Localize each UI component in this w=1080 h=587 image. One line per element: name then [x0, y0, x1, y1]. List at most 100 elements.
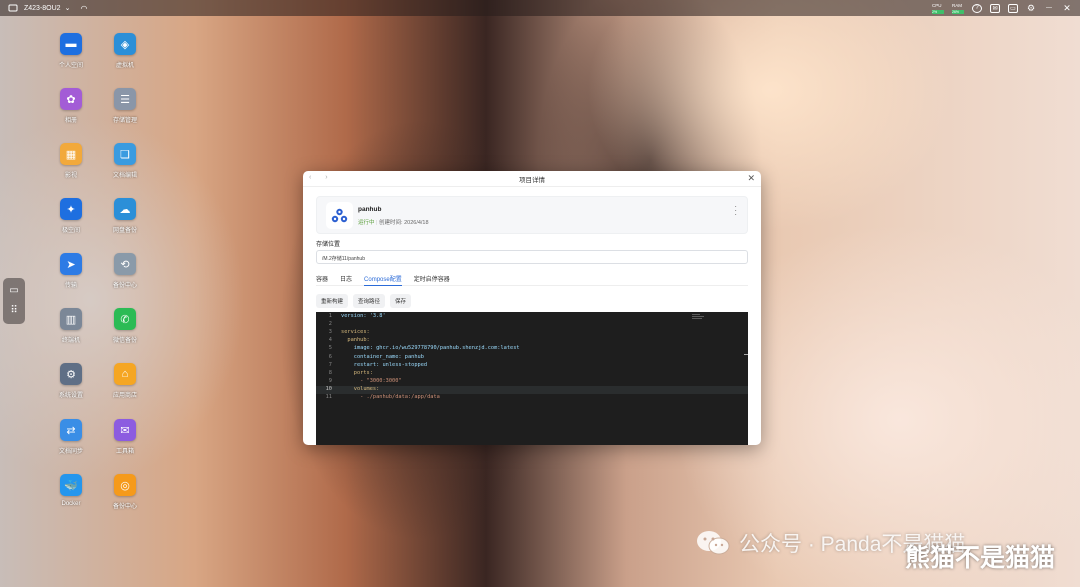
desktop-icon-wechat-backup[interactable]: ✆ 微信备份 — [95, 308, 155, 344]
backup-hub-icon: ◎ — [114, 474, 136, 496]
project-meta: 运行中 | 创建时间: 2026/4/18 — [358, 220, 429, 226]
document-editor-icon: ❏ — [114, 143, 136, 165]
top-bar: Z423-8OU2 ⌄ ◠ CPU 2% RAM 26% ? ✉ ▭ ⚙ — ✕ — [0, 0, 1080, 16]
photos-icon: ✿ — [60, 88, 82, 110]
desktop-icon-doc-sync[interactable]: ⇄ 文档同步 — [41, 419, 101, 455]
code-line[interactable]: 7 restart: unless-stopped — [316, 362, 748, 370]
desktop-icon-video[interactable]: ▦ 影视 — [41, 143, 101, 179]
desktop-icon-photos[interactable]: ✿ 相册 — [41, 88, 101, 124]
tab-containers[interactable]: 容器 — [316, 272, 328, 286]
backup-center-icon: ⟲ — [114, 253, 136, 275]
more-menu-icon[interactable]: · · · — [734, 203, 737, 219]
desktop-icon-personal-space[interactable]: ▬ 个人空间 — [41, 33, 101, 69]
desktop-icon-label: 备份中心 — [112, 283, 137, 289]
device-name[interactable]: Z423-8OU2 — [24, 5, 61, 12]
desktop-icon-label: 传输 — [64, 283, 77, 289]
code-line[interactable]: 9 - "3000:3000" — [316, 378, 748, 386]
toolbox-icon: ✉ — [114, 419, 136, 441]
desktop-icon-label: 微信备份 — [112, 338, 137, 344]
desktop-icon-transfer[interactable]: ➤ 传输 — [41, 253, 101, 289]
desktop-icon-app-store[interactable]: ⌂ 应用商店 — [95, 363, 155, 399]
doc-sync-icon: ⇄ — [60, 419, 82, 441]
code-line[interactable]: 5 image: ghcr.io/wu529778790/panhub.shen… — [316, 345, 748, 353]
code-text: ports: — [341, 369, 373, 376]
desktop-icon-system-settings[interactable]: ⚙ 系统设置 — [41, 363, 101, 399]
code-line[interactable]: 1 version: '3.8' — [316, 313, 748, 321]
desktop-icon-label: 工具箱 — [115, 449, 134, 455]
project-name: panhub — [358, 206, 382, 213]
cpu-stat[interactable]: CPU 2% — [932, 3, 944, 14]
close-icon[interactable]: ✕ — [747, 173, 755, 184]
apps-grid-icon[interactable]: ⠿ — [10, 306, 17, 316]
wifi-icon[interactable]: ◠ — [80, 4, 87, 13]
help-icon[interactable]: ? — [972, 3, 982, 13]
desktop-icon-label: 极空间 — [61, 228, 80, 234]
tab-bar: 容器 日志 Compose配置 定时启停容器 — [316, 272, 748, 286]
system-logo-icon[interactable] — [8, 3, 18, 13]
desktop-icon-label: 虚拟机 — [115, 63, 134, 69]
desktop-icon-document-editor[interactable]: ❏ 文档编辑 — [95, 143, 155, 179]
screen-icon[interactable]: ▭ — [1008, 3, 1018, 13]
desktop-icon-label: 备份中心 — [112, 504, 137, 510]
project-card: panhub 运行中 | 创建时间: 2026/4/18 · · · — [316, 196, 748, 234]
desktop-icon-backup-hub[interactable]: ◎ 备份中心 — [95, 474, 155, 510]
desktop-icon-toolbox[interactable]: ✉ 工具箱 — [95, 419, 155, 455]
desktop-icon-storage-manager[interactable]: ☰ 存储管理 — [95, 88, 155, 124]
line-number: 4 — [328, 337, 332, 344]
code-line[interactable]: 4 panhub: — [316, 337, 748, 345]
desktop-icon-terminal[interactable]: ▥ 终端机 — [41, 308, 101, 344]
line-number: 10 — [325, 385, 332, 392]
code-line[interactable]: 10 volumes: — [316, 385, 748, 394]
code-line[interactable]: 2 — [316, 321, 748, 329]
desktop-icon-label: 文档同步 — [58, 449, 83, 455]
rebuild-button[interactable]: 重新构建 — [316, 294, 349, 308]
desktop-icon-label: 文档编辑 — [112, 173, 137, 179]
video-icon: ▦ — [60, 143, 82, 165]
line-number: 8 — [328, 369, 332, 376]
left-dock: ▭ ⠿ — [3, 278, 25, 324]
compose-code-editor[interactable]: 1 version: '3.8' 2 3 services: 4 panhub: 5 ima… — [316, 312, 748, 445]
storage-path-field[interactable]: /M.2存储11/panhub — [316, 250, 748, 264]
action-buttons: 重新构建 查询路径 保存 — [316, 294, 412, 308]
wechat-icon — [695, 528, 731, 558]
tab-logs[interactable]: 日志 — [340, 272, 352, 286]
desktop-icon-virtual-machine[interactable]: ◈ 虚拟机 — [95, 33, 155, 69]
tab-scheduled-start-stop[interactable]: 定时启停容器 — [414, 272, 450, 286]
line-number: 1 — [328, 313, 332, 319]
code-line[interactable]: 11 - ./panhub/data:/app/data — [316, 394, 748, 402]
mail-icon[interactable]: ✉ — [990, 3, 1000, 13]
desktop-icon-zspace[interactable]: ✦ 极空间 — [41, 198, 101, 234]
close-icon[interactable]: ✕ — [1062, 3, 1072, 13]
nav-arrows[interactable]: ‹ › — [309, 174, 334, 181]
desktop-icon-cloud-backup[interactable]: ☁ 网盘备份 — [95, 198, 155, 234]
desktop-icon-docker[interactable]: 🐳 Docker — [41, 474, 101, 507]
code-text: - "3000:3000" — [341, 377, 402, 384]
line-number: 7 — [328, 361, 332, 368]
message-icon[interactable]: ▭ — [9, 286, 18, 296]
code-text: image: ghcr.io/wu529778790/panhub.shenzj… — [341, 345, 520, 352]
minimize-icon[interactable]: — — [1044, 4, 1054, 13]
code-line[interactable]: 6 container_name: panhub — [316, 354, 748, 362]
line-number: 5 — [328, 345, 332, 352]
query-path-button[interactable]: 查询路径 — [353, 294, 386, 308]
desktop-icon-backup-center[interactable]: ⟲ 备份中心 — [95, 253, 155, 289]
virtual-machine-icon: ◈ — [114, 33, 136, 55]
settings-icon[interactable]: ⚙ — [1026, 3, 1036, 13]
code-text: services: — [341, 329, 370, 336]
status-badge: 运行中 — [358, 220, 375, 226]
project-detail-window: ‹ › 项目详情 ✕ panhub 运行中 | 创建时间: 2026/4/18 … — [303, 171, 761, 445]
code-line[interactable]: 3 services: — [316, 329, 748, 337]
code-line[interactable]: 8 ports: — [316, 370, 748, 378]
created-date: 2026/4/18 — [404, 220, 429, 226]
app-store-icon: ⌂ — [114, 363, 136, 385]
system-settings-icon: ⚙ — [60, 363, 82, 385]
desktop-icon-label: 影视 — [64, 173, 77, 179]
created-label: 创建时间: — [379, 220, 403, 226]
desktop-icon-label: 应用商店 — [112, 393, 137, 399]
line-number: 9 — [328, 377, 332, 384]
tab-compose-config[interactable]: Compose配置 — [364, 272, 402, 286]
zspace-icon: ✦ — [60, 198, 82, 220]
chevron-down-icon[interactable]: ⌄ — [65, 4, 71, 12]
ram-stat[interactable]: RAM 26% — [952, 3, 964, 14]
save-button[interactable]: 保存 — [390, 294, 412, 308]
